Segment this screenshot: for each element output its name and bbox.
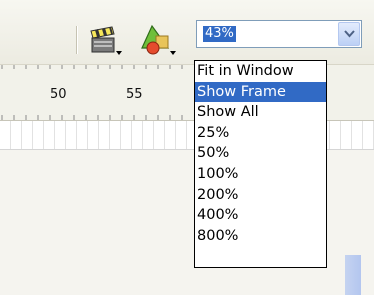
chevron-down-icon (344, 30, 355, 38)
zoom-option-200[interactable]: 200% (195, 185, 326, 206)
zoom-dropdown-button[interactable] (338, 22, 360, 46)
zoom-value[interactable]: 43% (203, 26, 236, 42)
zoom-option-fit-in-window[interactable]: Fit in Window (195, 61, 326, 82)
zoom-option-400[interactable]: 400% (195, 205, 326, 226)
vertical-scrollbar[interactable] (345, 255, 361, 295)
zoom-option-50[interactable]: 50% (195, 143, 326, 164)
ruler-label: 55 (126, 87, 143, 102)
zoom-option-show-frame[interactable]: Show Frame (195, 81, 326, 103)
chevron-down-icon (116, 51, 122, 55)
zoom-option-25[interactable]: 25% (195, 123, 326, 144)
edit-scene-button[interactable] (84, 18, 124, 58)
chevron-down-icon (170, 51, 176, 55)
edit-symbols-button[interactable] (138, 18, 178, 58)
zoom-option-800[interactable]: 800% (195, 226, 326, 247)
ruler-label: 50 (50, 87, 67, 102)
toolbar: 43% (0, 0, 374, 65)
zoom-option-show-all[interactable]: Show All (195, 102, 326, 123)
zoom-dropdown-list: Fit in Window Show Frame Show All 25% 50… (194, 60, 327, 268)
zoom-combobox[interactable]: 43% (196, 20, 362, 48)
toolbar-separator (76, 26, 78, 54)
zoom-option-100[interactable]: 100% (195, 164, 326, 185)
